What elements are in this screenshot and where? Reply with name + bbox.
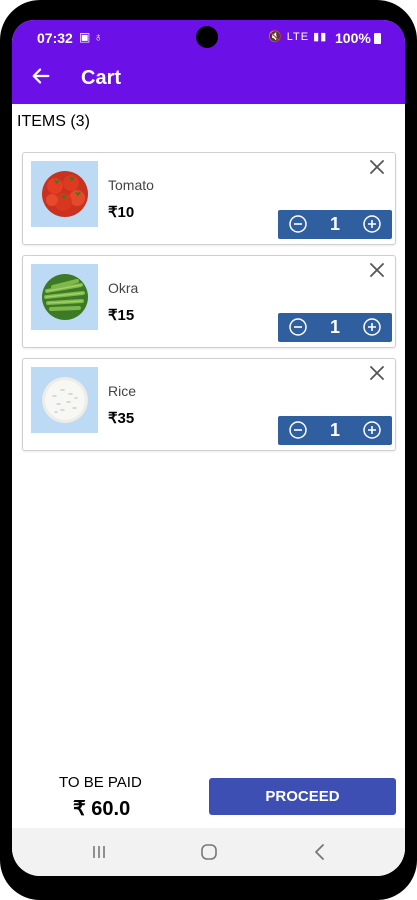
quantity-value: 1: [329, 420, 340, 440]
to-be-paid-label: TO BE PAID: [59, 774, 142, 791]
quantity-stepper: 1: [278, 313, 392, 342]
recents-icon[interactable]: [89, 842, 109, 862]
arrow-left-icon[interactable]: [30, 65, 52, 87]
home-icon[interactable]: [199, 842, 219, 862]
product-thumbnail[interactable]: [31, 161, 98, 227]
quantity-value: 1: [329, 317, 340, 337]
quantity-value: 1: [329, 214, 340, 234]
camera-cutout: [196, 26, 218, 48]
plus-circle-icon[interactable]: [362, 317, 382, 337]
quantity-stepper: 1: [278, 210, 392, 239]
app-bar: Cart: [12, 54, 405, 104]
page-title: Cart: [81, 67, 122, 89]
phone-frame: 07:32 ▣ ♁ 🔇 LTE ▮▮ 100% Cart ITEMS (3) T…: [0, 0, 417, 900]
product-price: ₹35: [108, 410, 135, 427]
close-icon[interactable]: [369, 365, 385, 381]
cart-item: Rice ₹35 1: [22, 358, 396, 451]
back-icon[interactable]: [310, 842, 330, 862]
product-price: ₹15: [108, 307, 135, 324]
product-thumbnail[interactable]: [31, 264, 98, 330]
signal-icons: 🔇 LTE ▮▮: [268, 31, 328, 43]
items-count-label: ITEMS (3): [17, 113, 90, 130]
okra-image: [41, 274, 88, 320]
battery-icon: [373, 33, 381, 44]
screen: 07:32 ▣ ♁ 🔇 LTE ▮▮ 100% Cart ITEMS (3) T…: [12, 20, 405, 876]
plus-circle-icon[interactable]: [362, 420, 382, 440]
tomato-image: [41, 171, 88, 217]
battery-indicator: 100%: [335, 30, 381, 46]
minus-circle-icon[interactable]: [288, 420, 308, 440]
status-time: 07:32: [37, 30, 73, 46]
cart-item: Tomato ₹10 1: [22, 152, 396, 245]
status-bar: 07:32 ▣ ♁ 🔇 LTE ▮▮ 100%: [12, 20, 405, 54]
product-name: Rice: [108, 383, 137, 399]
minus-circle-icon[interactable]: [288, 214, 308, 234]
cart-item: Okra ₹15 1: [22, 255, 396, 348]
battery-percent: 100%: [335, 30, 371, 46]
plus-circle-icon[interactable]: [362, 214, 382, 234]
minus-circle-icon[interactable]: [288, 317, 308, 337]
system-nav-bar: [12, 828, 405, 876]
product-name: Tomato: [108, 177, 154, 193]
product-price: ₹10: [108, 204, 135, 221]
close-icon[interactable]: [369, 159, 385, 175]
total-amount: ₹ 60.0: [73, 798, 131, 820]
close-icon[interactable]: [369, 262, 385, 278]
rice-image: [41, 377, 88, 423]
notification-icons: ▣ ♁: [79, 30, 103, 44]
product-thumbnail[interactable]: [31, 367, 98, 433]
cart-list: Tomato ₹10 1 Okra ₹15 1 Rice ₹35 1: [22, 152, 396, 461]
quantity-stepper: 1: [278, 416, 392, 445]
product-name: Okra: [108, 280, 139, 296]
proceed-button[interactable]: PROCEED: [209, 778, 396, 815]
